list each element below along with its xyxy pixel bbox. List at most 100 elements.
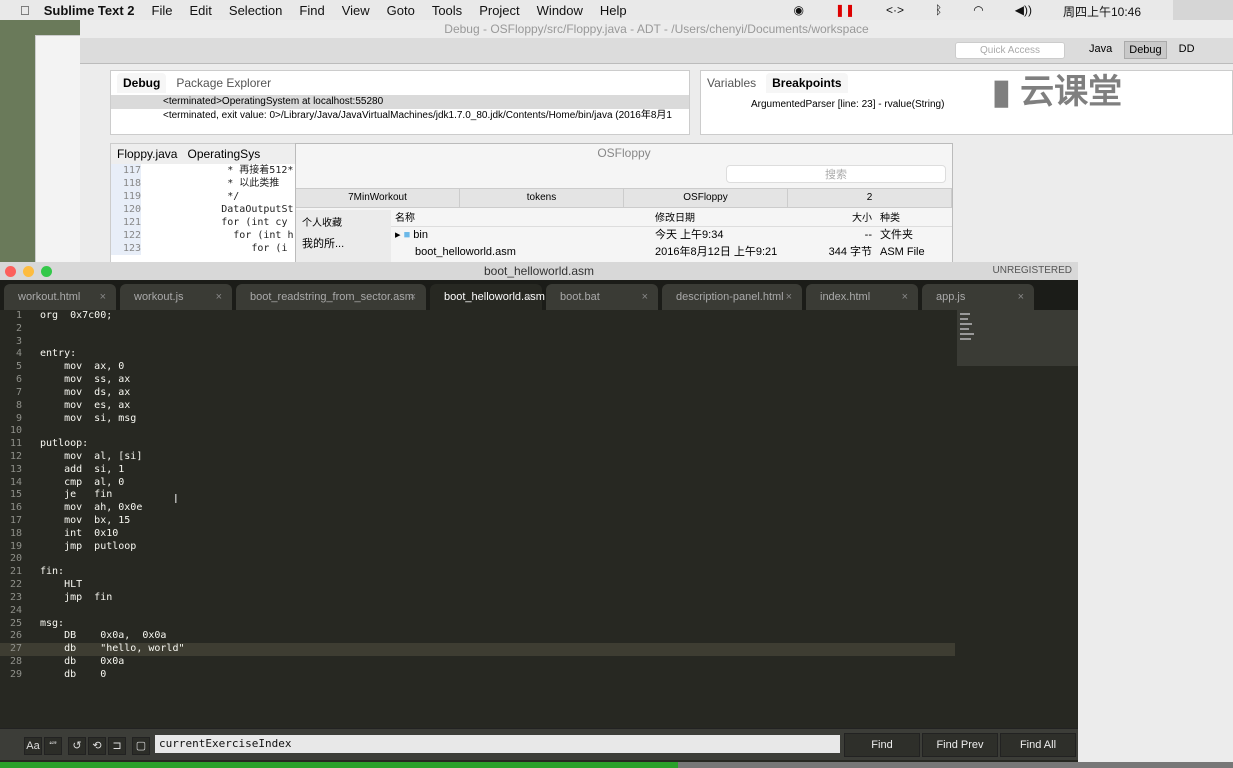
code-line: 15 je fin (0, 489, 955, 502)
file-row[interactable]: boot_helloworld.asm 2016年8月12日 上午9:21 34… (391, 244, 952, 261)
menu-goto[interactable]: Goto (387, 3, 415, 18)
code-editor[interactable]: 1 org 0x7c00; 2 3 4 entry: 5 mov ax, 06 mov ss… (0, 310, 955, 730)
close-tab-icon[interactable]: × (410, 284, 416, 310)
minimap[interactable] (957, 310, 1078, 366)
whole-word-toggle[interactable]: “” (44, 737, 62, 755)
editor-tab[interactable]: boot.bat × (546, 284, 658, 310)
code-line: 27 db "hello, world" (0, 643, 955, 656)
code-icon[interactable]: <·> (886, 3, 904, 20)
perspective-ddms[interactable]: DD (1175, 41, 1199, 59)
menu-project[interactable]: Project (479, 3, 519, 18)
code-text: msg: (40, 617, 65, 629)
watermark-logo: ▮ 云课堂 (992, 73, 1123, 111)
case-toggle[interactable]: Aa (24, 737, 42, 755)
reverse-icon[interactable]: ↺ (68, 737, 86, 755)
col-size[interactable]: 大小 (800, 210, 880, 227)
unregistered-label: UNREGISTERED (992, 265, 1072, 276)
code-text: mov si, msg (40, 412, 137, 424)
col-name[interactable]: 名称 (395, 210, 655, 227)
close-tab-icon[interactable]: × (1018, 284, 1024, 310)
java-code-line: 117 * 再接着512* (111, 164, 299, 177)
find-all-button[interactable]: Find All (1000, 733, 1076, 757)
apple-icon[interactable]:  (20, 3, 30, 18)
tab-breakpoints[interactable]: Breakpoints (766, 73, 848, 93)
sublime-titlebar: boot_helloworld.asm UNREGISTERED (0, 262, 1078, 280)
finder-tab[interactable]: 2 (788, 189, 952, 207)
editor-tab[interactable]: description-panel.html × (662, 284, 802, 310)
menu-help[interactable]: Help (600, 3, 627, 18)
finder-tab[interactable]: 7MinWorkout (296, 189, 460, 207)
editor-tab[interactable]: boot_helloworld.asm × (430, 284, 545, 310)
perspective-java[interactable]: Java (1085, 41, 1116, 59)
menu-tools[interactable]: Tools (432, 3, 462, 18)
menu-find[interactable]: Find (299, 3, 324, 18)
clock[interactable]: 周四上午10:46 (1063, 3, 1141, 20)
minimize-button[interactable] (23, 266, 34, 277)
tab-package-explorer[interactable]: Package Explorer (176, 76, 271, 90)
tab-variables[interactable]: Variables (707, 76, 756, 90)
editor-tab[interactable]: app.js × (922, 284, 1034, 310)
editor-tab[interactable]: index.html × (806, 284, 918, 310)
sidebar-item[interactable]: 我的所... (302, 235, 385, 251)
menu-edit[interactable]: Edit (190, 3, 212, 18)
finder-tab[interactable]: OSFloppy (624, 189, 788, 207)
file-date: 今天 上午9:34 (655, 229, 724, 241)
wrap-icon[interactable]: ⟲ (88, 737, 106, 755)
highlight-icon[interactable]: ▢ (132, 737, 150, 755)
col-kind[interactable]: 种类 (880, 210, 940, 227)
close-tab-icon[interactable]: × (786, 284, 792, 310)
finder-search[interactable]: 搜索 (726, 165, 946, 183)
close-tab-icon[interactable]: × (216, 284, 222, 310)
pause-icon[interactable]: ❚❚ (835, 3, 855, 20)
find-prev-button[interactable]: Find Prev (922, 733, 998, 757)
col-date[interactable]: 修改日期 (655, 210, 800, 227)
code-line: 12 mov al, [si] (0, 451, 955, 464)
file-row[interactable]: ▸ ■ bin 今天 上午9:34 -- 文件夹 (391, 227, 952, 244)
tab-debug[interactable]: Debug (117, 73, 167, 93)
code-text: jmp fin (40, 591, 113, 603)
code-text: db 0 (40, 668, 107, 680)
menu-app[interactable]: Sublime Text 2 (44, 3, 135, 18)
debug-row[interactable]: <terminated, exit value: 0>/Library/Java… (111, 109, 689, 123)
find-input[interactable]: currentExerciseIndex (155, 735, 840, 753)
menu-file[interactable]: File (152, 3, 173, 18)
code-line: 21 fin: (0, 566, 955, 579)
finder-tab[interactable]: tokens (460, 189, 624, 207)
close-tab-icon[interactable]: × (526, 284, 532, 310)
record-icon[interactable]: ◉ (793, 3, 803, 20)
code-text: mov ss, ax (40, 374, 131, 386)
code-line: 5 mov ax, 0 (0, 361, 955, 374)
close-tab-icon[interactable]: × (902, 284, 908, 310)
window-title: boot_helloworld.asm (483, 264, 595, 278)
sidebar-heading: 个人收藏 (302, 218, 342, 229)
debug-row[interactable]: <terminated>OperatingSystem at localhost… (111, 95, 689, 109)
close-tab-icon[interactable]: × (100, 284, 106, 310)
menu-window[interactable]: Window (537, 3, 583, 18)
volume-icon[interactable]: ◀)) (1015, 3, 1032, 20)
menu-selection[interactable]: Selection (229, 3, 282, 18)
code-line: 6 mov ss, ax (0, 374, 955, 387)
editor-tab[interactable]: workout.js × (120, 284, 232, 310)
find-button[interactable]: Find (844, 733, 920, 757)
bluetooth-icon[interactable]: ᛒ (935, 3, 942, 20)
file-name: ▸ ■ bin (395, 229, 428, 241)
close-button[interactable] (5, 266, 16, 277)
zoom-button[interactable] (41, 266, 52, 277)
editor-tab[interactable]: boot_readstring_from_sector.asm × (236, 284, 426, 310)
close-tab-icon[interactable]: × (642, 284, 648, 310)
wifi-icon[interactable]: ◠ (973, 3, 983, 20)
tab-operatingsystem[interactable]: OperatingSys (187, 147, 260, 161)
code-text: fin: (40, 566, 65, 578)
tab-floppy-java[interactable]: Floppy.java (117, 147, 177, 161)
quick-access-input[interactable]: Quick Access (955, 42, 1065, 59)
line-number: 29 (9, 668, 22, 680)
code-text: entry: (40, 348, 77, 360)
editor-tab[interactable]: workout.html × (4, 284, 116, 310)
in-selection-icon[interactable]: ⊐ (108, 737, 126, 755)
breakpoint-item[interactable]: ArgumentedParser [line: 23] - rvalue(Str… (701, 99, 1232, 110)
perspective-debug[interactable]: Debug (1124, 41, 1167, 59)
line-number: 118 (111, 177, 141, 190)
finder-window: OSFloppy 搜索 7MinWorkout tokens OSFloppy … (295, 143, 953, 263)
menu-view[interactable]: View (342, 3, 370, 18)
code-line: 22 HLT (0, 579, 955, 592)
